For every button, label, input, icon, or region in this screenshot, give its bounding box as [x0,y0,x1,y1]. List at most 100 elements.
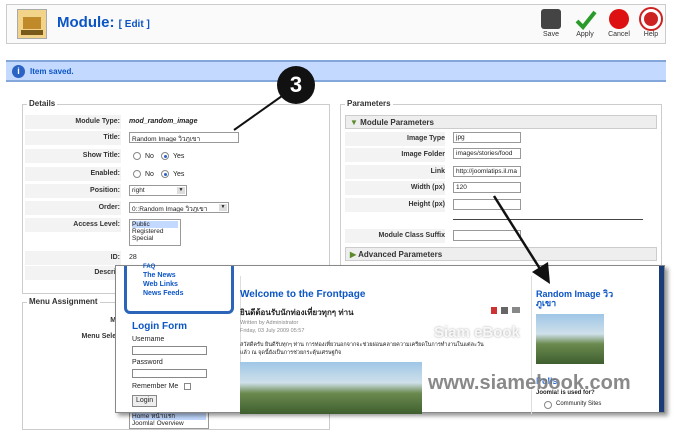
welcome-title: Welcome to the Frontpage [240,289,366,300]
cancel-button[interactable]: Cancel [603,9,635,38]
save-button[interactable]: Save [535,9,567,38]
nav-item-faq[interactable]: FAQ [143,264,155,270]
enabled-yes-radio[interactable] [161,170,169,178]
page: { "header": { "title": "Module:", "subti… [0,0,680,435]
module-parameters-title: Module Parameters [360,118,434,127]
divider [453,219,643,220]
watermark-url: www.siamebook.com [428,372,631,394]
poll-option-radio[interactable] [544,401,552,409]
remember-me-checkbox[interactable] [184,383,191,390]
access-level-list[interactable]: Public Registered Special [129,219,181,246]
login-button[interactable]: Login [132,395,158,407]
frame-edge [659,266,664,412]
menu-list-item[interactable]: Home หน้าแรก [132,413,206,420]
menu-selection-list[interactable]: Home หน้าแรก Joomla! Overview [129,411,209,429]
access-option-special[interactable]: Special [132,235,178,242]
image-type-input[interactable]: jpg [453,132,521,143]
details-legend: Details [27,99,58,108]
watermark-brand: Siam eBook [434,324,520,341]
description-label: Descrip [94,269,120,276]
order-label: Order: [98,204,120,211]
enabled-no-radio[interactable] [133,170,141,178]
width-input[interactable]: 120 [453,182,521,193]
article-body-line-1: สวัสดีครับ ยินดีรับทุกๆ ท่าน การท่องเที่… [240,342,484,348]
save-label: Save [543,31,559,38]
advanced-parameters-header[interactable]: ▶ Advanced Parameters [345,247,657,261]
print-icon[interactable] [501,307,508,314]
info-icon: i [12,65,25,78]
id-label: ID: [110,254,120,261]
help-button[interactable]: Help [635,9,667,38]
random-image-photo[interactable] [536,314,604,364]
class-suffix-input[interactable] [453,230,521,241]
access-option-registered[interactable]: Registered [132,228,178,235]
article-photo [240,362,422,414]
show-title-no-label: No [145,153,154,160]
poll-option-label: Community Sites [556,401,602,407]
module-type-value: mod_random_image [129,118,198,125]
enabled-no-label: No [145,171,154,178]
page-title-text: Module: [57,14,115,31]
link-input[interactable]: http://joomlatips.il.ma [453,166,521,177]
message-text: Item saved. [30,67,74,76]
callout-number-badge: 3 [277,66,315,104]
module-icon [17,9,47,39]
check-icon [575,9,597,30]
order-select[interactable]: 0::Random Image วิวภูเขา ▼ [129,202,229,213]
module-parameters-header[interactable]: ▼ Module Parameters [345,115,657,129]
password-input[interactable] [132,369,207,378]
show-title-no-radio[interactable] [133,152,141,160]
height-label: Height (px) [408,201,445,208]
parameters-legend: Parameters [345,99,393,108]
title-input[interactable]: Random Image วิวภูเขา [129,132,239,143]
image-folder-input[interactable]: images/stories/food [453,148,521,159]
nav-item-news-feeds[interactable]: News Feeds [143,290,183,297]
show-title-yes-radio[interactable] [161,152,169,160]
apply-button[interactable]: Apply [569,9,601,38]
expand-arrow-icon: ▼ [350,118,358,127]
access-option-public[interactable]: Public [132,221,178,228]
password-label: Password [132,359,163,366]
position-value: right [132,187,145,194]
image-type-label: Image Type [407,135,445,142]
enabled-yes-label: Yes [173,171,185,178]
height-input[interactable] [453,199,521,210]
page-title: Module: [ Edit ] [57,14,150,31]
cancel-icon [609,9,629,29]
menu-list-item[interactable]: Joomla! Overview [132,420,206,427]
position-label: Position: [90,187,120,194]
username-input[interactable] [132,346,207,355]
email-icon[interactable] [512,307,520,313]
help-label: Help [643,31,659,38]
image-folder-label: Image Folder [401,151,445,158]
message-bar: i Item saved. [6,60,666,82]
chevron-down-icon: ▼ [219,204,227,211]
help-icon [641,9,661,29]
article-title: ยินดีต้อนรับนักท่องเที่ยวทุกๆ ท่าน [240,308,354,317]
class-suffix-label: Module Class Suffix [378,232,445,239]
save-icon [541,9,561,29]
article-author: Written by Administrator [240,320,299,326]
access-level-label: Access Level: [73,221,120,228]
chevron-down-icon: ▼ [177,187,185,194]
menu-assignment-legend: Menu Assignment [27,297,100,306]
username-label: Username [132,336,165,343]
enabled-label: Enabled: [90,170,120,177]
page-subtitle: [ Edit ] [118,19,150,30]
remember-me-label: Remember Me [132,383,179,390]
title-label: Title: [103,134,120,141]
nav-menu: FAQ The News Web Links News Feeds [124,264,234,314]
nav-item-web-links[interactable]: Web Links [143,281,178,288]
pdf-icon[interactable] [491,307,497,314]
show-title-label: Show Title: [82,152,120,159]
advanced-parameters-title: Advanced Parameters [358,250,443,259]
menus-label: Me [25,317,120,324]
article-body-line-2: แล้ว ณ จุดนี้ยังเป็นการช่วยกระตุ้นเศรษฐก… [240,350,342,356]
article-date: Friday, 03 July 2009 05:57 [240,328,305,334]
random-image-title: Random Image วิว ภูเขา [536,289,614,308]
show-title-yes-label: Yes [173,153,185,160]
expand-arrow-icon: ▶ [350,250,357,259]
position-select[interactable]: right ▼ [129,185,187,196]
toolbar: Module: [ Edit ] Save Apply Cancel Help [6,4,666,44]
nav-item-the-news[interactable]: The News [143,272,176,279]
